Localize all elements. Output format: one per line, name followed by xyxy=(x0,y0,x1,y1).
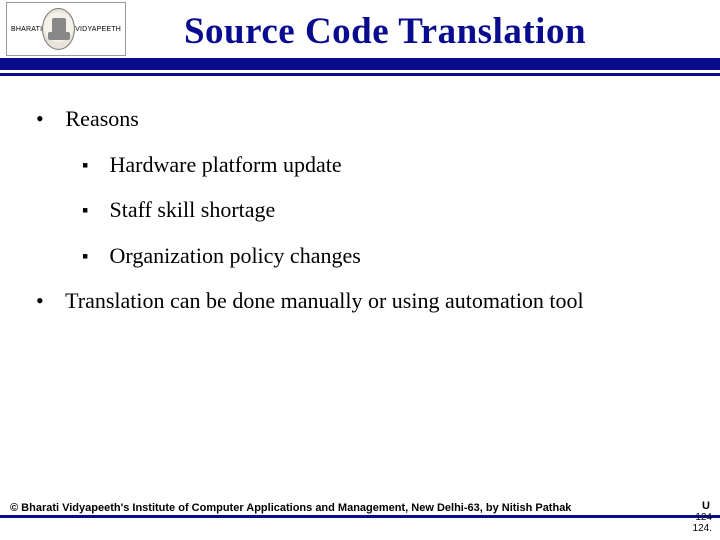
bullet-level2: Staff skill shortage xyxy=(82,196,696,224)
page-num-a: 124 xyxy=(695,512,712,523)
bullet-level2: Organization policy changes xyxy=(82,242,696,270)
slide-header: BHARATI VIDYAPEETH Source Code Translati… xyxy=(0,0,720,80)
slide-title: Source Code Translation xyxy=(0,10,720,53)
bullet-level1: Translation can be done manually or usin… xyxy=(38,287,696,315)
sub-bullet-list: Hardware platform update Staff skill sho… xyxy=(82,151,696,270)
bullet-text: Reasons xyxy=(66,106,139,131)
footer-rule xyxy=(0,515,720,518)
footer-badge: U xyxy=(702,500,710,512)
bullet-text: Translation can be done manually or usin… xyxy=(65,288,584,313)
bullet-text: Organization policy changes xyxy=(110,243,361,268)
bullet-text: Hardware platform update xyxy=(110,152,342,177)
bullet-level1: Reasons xyxy=(38,105,696,133)
slide-body: Reasons Hardware platform update Staff s… xyxy=(0,95,720,329)
header-rule-thin xyxy=(0,73,720,76)
bullet-level2: Hardware platform update xyxy=(82,151,696,179)
header-rule-thick xyxy=(0,58,720,70)
footer-copyright: © Bharati Vidyapeeth's Institute of Comp… xyxy=(10,502,571,514)
footer-page-number: 124 124. xyxy=(693,512,712,534)
slide-footer: © Bharati Vidyapeeth's Institute of Comp… xyxy=(0,500,720,526)
bullet-text: Staff skill shortage xyxy=(110,197,276,222)
page-num-b: 124. xyxy=(693,523,712,534)
